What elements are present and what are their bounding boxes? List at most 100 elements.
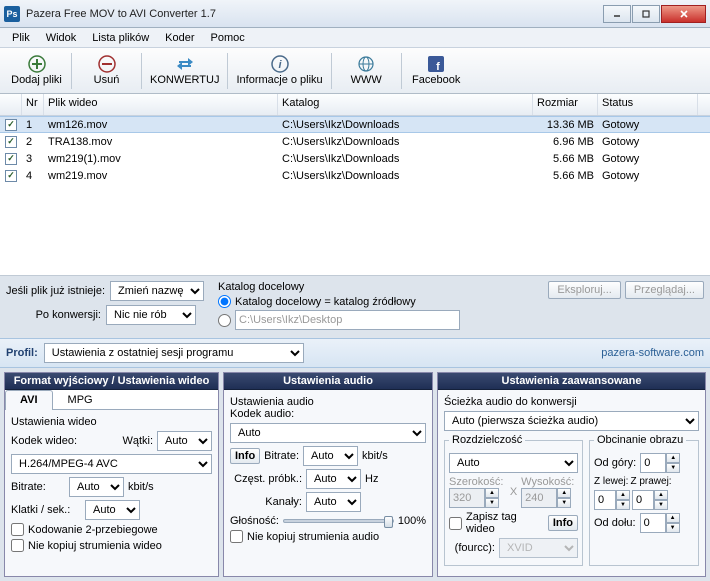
video-codec-select[interactable]: H.264/MPEG-4 AVC [11,454,212,474]
fps-select[interactable]: Auto [85,500,140,520]
after-conv-select[interactable]: Nic nie rób [106,305,196,325]
row-checkbox[interactable] [5,136,17,148]
channels-select[interactable]: Auto [306,492,361,512]
twopass-checkbox[interactable] [11,523,24,536]
file-info-button[interactable]: i Informacje o pliku [230,50,328,92]
menubar: Plik Widok Lista plików Koder Pomoc [0,28,710,48]
outdir-title: Katalog docelowy [218,281,534,293]
outdir-path-field[interactable] [235,310,460,330]
remove-button[interactable]: Usuń [74,50,139,92]
www-button[interactable]: WWW [334,50,399,92]
cell-nr: 2 [22,135,44,149]
fourcc-select[interactable]: XVID [499,538,578,558]
facebook-button[interactable]: f Facebook [404,50,469,92]
audio-bitrate-select[interactable]: Auto [303,446,358,466]
crop-bottom-field[interactable] [640,513,666,533]
menu-widok[interactable]: Widok [38,30,85,46]
tab-mpg[interactable]: MPG [53,390,108,409]
volume-slider[interactable] [283,519,394,523]
video-nocopy-checkbox[interactable] [11,539,24,552]
video-bitrate-select[interactable]: Auto [69,477,124,497]
row-checkbox[interactable] [5,153,17,165]
minimize-button[interactable] [603,5,631,23]
cell-size: 5.66 MB [533,152,598,166]
sample-select[interactable]: Auto [306,469,361,489]
cell-file: TRA138.mov [44,135,278,149]
crop-right-label: Z prawej: [630,476,671,487]
audio-track-select[interactable]: Auto (pierwsza ścieżka audio) [444,411,699,431]
table-row[interactable]: 3wm219(1).movC:\Users\Ikz\Downloads5.66 … [0,150,710,167]
cell-dir: C:\Users\Ikz\Downloads [278,169,533,183]
outdir-same-radio[interactable] [218,295,231,308]
globe-icon [357,55,375,73]
add-files-button[interactable]: Dodaj pliki [4,50,69,92]
audio-settings-label: Ustawienia audio [230,396,426,408]
explore-button[interactable]: Eksploruj... [548,281,620,299]
menu-lista[interactable]: Lista plików [84,30,157,46]
audio-codec-select[interactable]: Auto [230,423,426,443]
cell-status: Gotowy [598,135,698,149]
tag-info-button[interactable]: Info [548,515,578,531]
col-header-dir[interactable]: Katalog [278,94,533,115]
write-tag-checkbox[interactable] [449,517,462,530]
crop-legend: Obcinanie obrazu [594,434,686,446]
col-header-size[interactable]: Rozmiar [533,94,598,115]
col-header-check[interactable] [0,94,22,115]
cell-size: 13.36 MB [533,118,598,132]
resolution-select[interactable]: Auto [449,453,578,473]
col-header-nr[interactable]: Nr [22,94,44,115]
menu-pomoc[interactable]: Pomoc [203,30,253,46]
cell-dir: C:\Users\Ikz\Downloads [278,152,533,166]
remove-label: Usuń [94,74,120,86]
audio-nocopy-checkbox[interactable] [230,530,243,543]
crop-left-field[interactable] [594,490,616,510]
video-bitrate-unit: kbit/s [128,481,154,493]
browse-button[interactable]: Przeglądaj... [625,281,704,299]
cell-nr: 4 [22,169,44,183]
table-row[interactable]: 4wm219.movC:\Users\Ikz\Downloads5.66 MBG… [0,167,710,184]
chevron-up-icon[interactable]: ▲ [485,488,499,498]
cell-nr: 3 [22,152,44,166]
audio-bitrate-label: Bitrate: [264,450,299,462]
table-row[interactable]: 2TRA138.movC:\Users\Ikz\Downloads6.96 MB… [0,133,710,150]
profile-select[interactable]: Ustawienia z ostatniej sesji programu [44,343,304,363]
chevron-up-icon[interactable]: ▲ [557,488,571,498]
app-icon: Ps [4,6,20,22]
after-conv-label: Po konwersji: [6,309,101,321]
cell-status: Gotowy [598,169,698,183]
window-controls [602,5,706,23]
row-checkbox[interactable] [5,119,17,131]
if-exists-select[interactable]: Zmień nazwę [110,281,204,301]
volume-value: 100% [398,515,426,527]
chevron-down-icon[interactable]: ▼ [485,498,499,508]
height-field[interactable] [521,488,557,508]
svg-text:i: i [278,59,282,71]
row-checkbox[interactable] [5,170,17,182]
audio-panel-title: Ustawienia audio [224,373,432,390]
maximize-button[interactable] [632,5,660,23]
site-link[interactable]: pazera-software.com [601,347,704,359]
chevron-down-icon[interactable]: ▼ [557,498,571,508]
menu-plik[interactable]: Plik [4,30,38,46]
crop-top-field[interactable] [640,453,666,473]
www-label: WWW [351,74,382,86]
width-label: Szerokość: [449,476,506,488]
window-title: Pazera Free MOV to AVI Converter 1.7 [26,8,602,20]
table-row[interactable]: 1wm126.movC:\Users\Ikz\Downloads13.36 MB… [0,116,710,133]
threads-select[interactable]: Auto [157,431,212,451]
cell-dir: C:\Users\Ikz\Downloads [278,118,533,132]
width-field[interactable] [449,488,485,508]
tab-avi[interactable]: AVI [5,390,53,410]
info-icon: i [271,55,289,73]
crop-right-field[interactable] [632,490,654,510]
outdir-custom-radio[interactable] [218,314,231,327]
col-header-status[interactable]: Status [598,94,698,115]
close-button[interactable] [661,5,706,23]
col-header-file[interactable]: Plik wideo [44,94,278,115]
convert-button[interactable]: KONWERTUJ [144,50,225,92]
profile-label: Profil: [6,347,38,359]
audio-info-button[interactable]: Info [230,448,260,464]
menu-koder[interactable]: Koder [157,30,202,46]
height-label: Wysokość: [521,476,578,488]
crop-left-label: Z lewej: [594,476,628,487]
